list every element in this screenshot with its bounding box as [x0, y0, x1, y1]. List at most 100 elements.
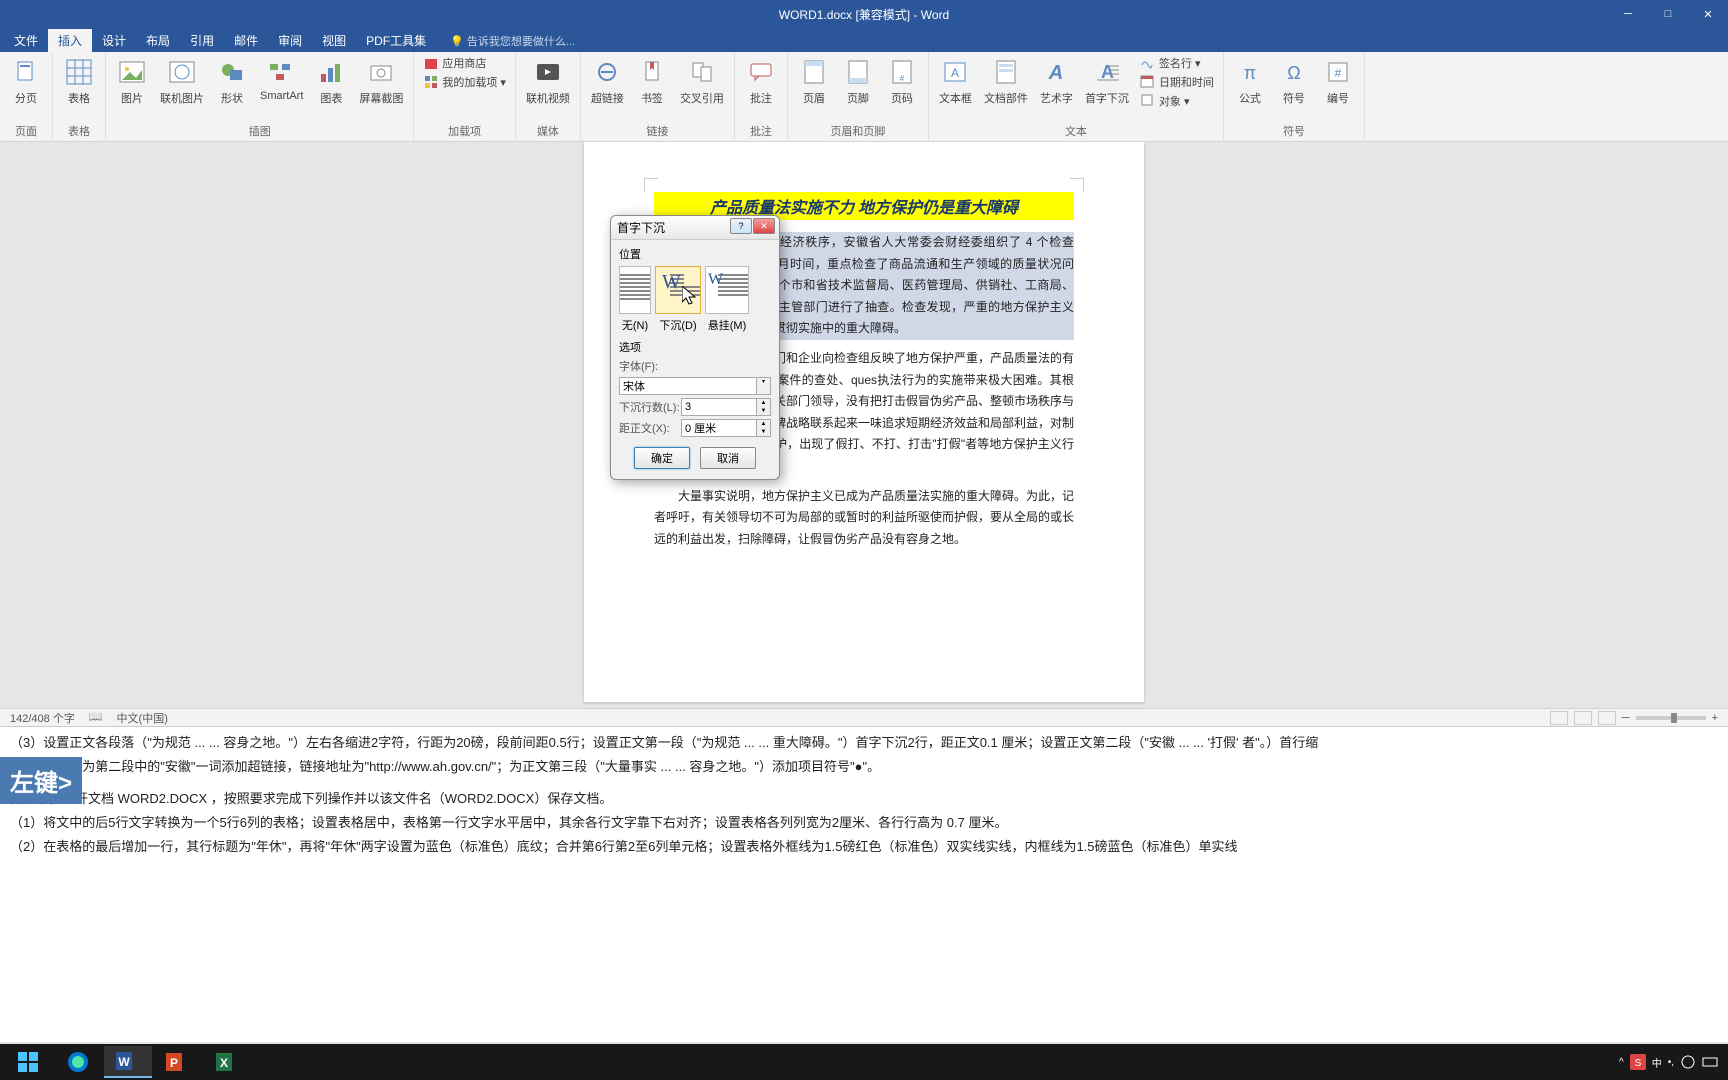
position-dropped[interactable]: W 下沉(D): [655, 266, 701, 333]
spellcheck-icon[interactable]: 📖: [89, 710, 103, 726]
pagenum-button[interactable]: #页码: [882, 54, 922, 108]
shapes-button[interactable]: 形状: [212, 54, 252, 108]
online-video-button[interactable]: 联机视频: [522, 54, 574, 108]
group-pages: 分页 页面: [0, 52, 53, 141]
start-button[interactable]: [4, 1046, 52, 1078]
tray-up-icon[interactable]: ^: [1619, 1057, 1624, 1068]
font-combobox[interactable]: 宋体▾: [619, 377, 771, 395]
tab-pdf[interactable]: PDF工具集: [356, 29, 436, 52]
symbol-button[interactable]: Ω符号: [1274, 54, 1314, 108]
number-button[interactable]: #编号: [1318, 54, 1358, 108]
position-section: 位置 无(N) W 下沉(D) W 悬挂(M): [619, 246, 771, 333]
group-headerfooter: 页眉 页脚 #页码 页眉和页脚: [788, 52, 929, 141]
app-title: WORD1.docx [兼容模式] - Word: [779, 6, 949, 23]
ime-mode-icon[interactable]: 中: [1652, 1055, 1662, 1070]
document-area[interactable]: 产品质量法实施不力 地方保护仍是重大障碍 为规范和整顿市场经济秩序，安徽省人大常…: [0, 142, 1728, 710]
tell-me-search[interactable]: 💡 告诉我您想要做什么...: [444, 30, 581, 52]
tab-view[interactable]: 视图: [312, 29, 356, 52]
comment-button[interactable]: 批注: [741, 54, 781, 108]
zoom-out-button[interactable]: ─: [1622, 712, 1630, 724]
signature-button[interactable]: 签名行 ▾: [1137, 54, 1217, 72]
language-status[interactable]: 中文(中国): [117, 710, 168, 726]
view-web-button[interactable]: [1598, 711, 1616, 725]
tab-file[interactable]: 文件: [4, 29, 48, 52]
pages-split-button[interactable]: 分页: [6, 54, 46, 108]
wordart-button[interactable]: A艺术字: [1036, 54, 1077, 108]
textbox-button[interactable]: A文本框: [935, 54, 976, 108]
cancel-button[interactable]: 取消: [700, 447, 756, 469]
dialog-help-button[interactable]: ?: [730, 218, 752, 234]
edge-taskbar-icon[interactable]: [54, 1046, 102, 1078]
svg-text:#: #: [900, 74, 905, 83]
instruction-line: （2）在表格的最后增加一行，其行标题为"年休"，再将"年休"两字设置为蓝色（标准…: [10, 835, 1718, 859]
datetime-button[interactable]: 日期和时间: [1137, 73, 1217, 91]
word-count[interactable]: 142/408 个字: [10, 710, 75, 726]
keyboard-tray-icon[interactable]: [1702, 1054, 1718, 1070]
hyperlink-button[interactable]: 超链接: [587, 54, 628, 108]
instructions-panel: （3）设置正文各段落（"为规范 ... ... 容身之地。"）左右各缩进2字符，…: [0, 726, 1728, 1042]
table-button[interactable]: 表格: [59, 54, 99, 108]
instruction-line: 件夹下，打开文档 WORD2.DOCX ，按照要求完成下列操作并以该文件名（WO…: [10, 787, 1718, 811]
distance-spinner[interactable]: 0 厘米▲▼: [681, 419, 771, 437]
lines-spinner[interactable]: 3▲▼: [681, 398, 771, 416]
document-paragraph-3[interactable]: 大量事实说明，地方保护主义已成为产品质量法实施的重大障碍。为此，记者呼吁，有关领…: [654, 486, 1074, 551]
word-taskbar-icon[interactable]: W: [104, 1046, 152, 1078]
ok-button[interactable]: 确定: [634, 447, 690, 469]
view-print-button[interactable]: [1574, 711, 1592, 725]
crossref-button[interactable]: 交叉引用: [676, 54, 728, 108]
dialog-close-button[interactable]: ✕: [753, 218, 775, 234]
ime-icon[interactable]: S: [1630, 1054, 1646, 1070]
header-button[interactable]: 页眉: [794, 54, 834, 108]
bookmark-button[interactable]: 书签: [632, 54, 672, 108]
screenshot-button[interactable]: 屏幕截图: [355, 54, 407, 108]
position-label: 位置: [619, 246, 771, 262]
view-read-button[interactable]: [1550, 711, 1568, 725]
svg-text:W: W: [118, 1055, 130, 1069]
smartart-button[interactable]: SmartArt: [256, 54, 307, 104]
zoom-slider[interactable]: [1636, 716, 1706, 720]
close-button[interactable]: ✕: [1688, 0, 1728, 28]
pictures-button[interactable]: 图片: [112, 54, 152, 108]
dialog-titlebar[interactable]: 首字下沉 ? ✕: [611, 216, 779, 240]
store-button[interactable]: 应用商店: [420, 54, 509, 72]
quickparts-button[interactable]: 文档部件: [980, 54, 1032, 108]
options-section: 选项 字体(F): 宋体▾ 下沉行数(L): 3▲▼ 距正文(X): 0 厘米▲…: [619, 339, 771, 437]
tab-mailings[interactable]: 邮件: [224, 29, 268, 52]
equation-button[interactable]: π公式: [1230, 54, 1270, 108]
position-margin[interactable]: W 悬挂(M): [705, 266, 749, 333]
position-none[interactable]: 无(N): [619, 266, 651, 333]
group-addins: 应用商店 我的加载项 ▾ 加载项: [414, 52, 516, 141]
tab-insert[interactable]: 插入: [48, 29, 92, 52]
ribbon-tabs: 文件 插入 设计 布局 引用 邮件 审阅 视图 PDF工具集 💡 告诉我您想要做…: [0, 28, 1728, 52]
svg-text:P: P: [170, 1056, 178, 1070]
tab-review[interactable]: 审阅: [268, 29, 312, 52]
group-text: A文本框 文档部件 A艺术字 A首字下沉 签名行 ▾ 日期和时间 对象 ▾ 文本: [929, 52, 1224, 141]
maximize-button[interactable]: □: [1648, 0, 1688, 28]
window-controls: ─ □ ✕: [1608, 0, 1728, 28]
dropcap-button[interactable]: A首字下沉: [1081, 54, 1133, 108]
online-pictures-button[interactable]: 联机图片: [156, 54, 208, 108]
dialog-body: 位置 无(N) W 下沉(D) W 悬挂(M) 选项 字体(F):: [611, 240, 779, 479]
system-tray: ^ S 中 •,: [1619, 1054, 1724, 1070]
titlebar: WORD1.docx [兼容模式] - Word ─ □ ✕: [0, 0, 1728, 28]
ime-punct-icon[interactable]: •,: [1668, 1057, 1674, 1068]
settings-tray-icon[interactable]: [1680, 1054, 1696, 1070]
svg-text:A: A: [951, 66, 959, 80]
minimize-button[interactable]: ─: [1608, 0, 1648, 28]
zoom-in-button[interactable]: +: [1712, 712, 1718, 724]
powerpoint-taskbar-icon[interactable]: P: [154, 1046, 202, 1078]
footer-button[interactable]: 页脚: [838, 54, 878, 108]
left-click-indicator: 左键>: [0, 757, 82, 804]
lines-label: 下沉行数(L):: [619, 399, 681, 415]
my-addins-button[interactable]: 我的加载项 ▾: [420, 73, 509, 91]
tab-layout[interactable]: 布局: [136, 29, 180, 52]
svg-text:A: A: [1048, 62, 1063, 84]
chart-button[interactable]: 图表: [311, 54, 351, 108]
excel-taskbar-icon[interactable]: X: [204, 1046, 252, 1078]
tab-references[interactable]: 引用: [180, 29, 224, 52]
tab-design[interactable]: 设计: [92, 29, 136, 52]
object-button[interactable]: 对象 ▾: [1137, 92, 1217, 110]
options-label: 选项: [619, 339, 771, 355]
dialog-title: 首字下沉: [617, 219, 665, 236]
statusbar: 142/408 个字 📖 中文(中国) ─ +: [0, 708, 1728, 726]
